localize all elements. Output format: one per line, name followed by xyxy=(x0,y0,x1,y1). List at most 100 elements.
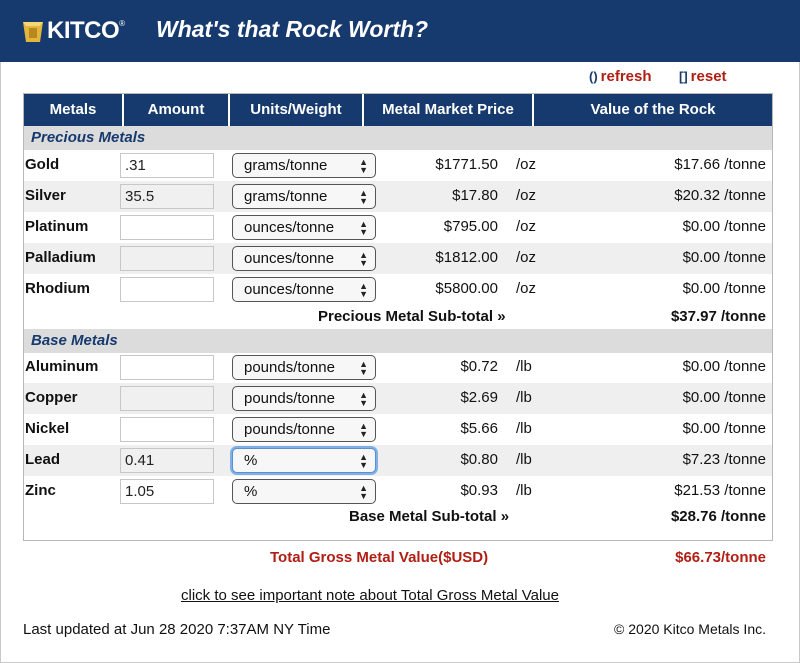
gross-value-label: Total Gross Metal Value($USD) xyxy=(270,549,489,566)
gross-value: $66.73/tonne xyxy=(675,549,766,566)
gold-bar-icon xyxy=(22,18,44,44)
market-price: $0.80 xyxy=(460,451,498,468)
market-price: $0.93 xyxy=(460,482,498,499)
select-arrows-icon: ▲ ▼ xyxy=(359,250,368,268)
select-arrows-icon: ▲ ▼ xyxy=(359,483,368,501)
table-row: Copper pounds/tonne ▲ ▼ $2.69 /lb $0.00 /t… xyxy=(24,383,772,414)
units-value: pounds/tonne xyxy=(244,359,335,376)
table-row: Zinc 1.05 % ▲ ▼ $0.93 /lb $21.53 /tonne xyxy=(24,476,772,507)
market-price: $2.69 xyxy=(460,389,498,406)
last-updated: Last updated at Jun 28 2020 7:37AM NY Ti… xyxy=(23,621,331,638)
table-header: Metals Amount Units/Weight Metal Market … xyxy=(24,94,772,126)
precious-subtotal-value: $37.97 /tonne xyxy=(670,308,766,325)
units-value: ounces/tonne xyxy=(244,281,335,298)
section-title: Base Metals xyxy=(31,332,118,349)
col-amount: Amount xyxy=(147,101,205,118)
amount-input[interactable] xyxy=(120,277,214,302)
reset-brackets-icon: [] xyxy=(679,69,688,84)
table-row: Nickel pounds/tonne ▲ ▼ $5.66 /lb $0.00 /t… xyxy=(24,414,772,445)
price-unit: /lb xyxy=(516,420,532,437)
units-select[interactable]: % ▲ ▼ xyxy=(232,479,376,504)
amount-input[interactable]: 0.41 xyxy=(120,448,214,473)
units-select[interactable]: ounces/tonne ▲ ▼ xyxy=(232,277,376,302)
rock-value: $7.23 /tonne xyxy=(682,451,766,468)
select-arrows-icon: ▲ ▼ xyxy=(359,359,368,377)
units-value: ounces/tonne xyxy=(244,219,335,236)
rock-value: $0.00 /tonne xyxy=(682,389,766,406)
market-price: $17.80 xyxy=(452,187,498,204)
section-title: Precious Metals xyxy=(31,129,146,146)
price-unit: /oz xyxy=(516,156,537,173)
table-row: Aluminum pounds/tonne ▲ ▼ $0.72 /lb $0.00 … xyxy=(24,352,772,383)
copyright: © 2020 Kitco Metals Inc. xyxy=(614,621,766,637)
table-row: Gold .31 grams/tonne ▲ ▼ $1771.50 /oz $17.… xyxy=(24,150,772,181)
market-price: $5.66 xyxy=(460,420,498,437)
units-select[interactable]: pounds/tonne ▲ ▼ xyxy=(232,386,376,411)
select-arrows-icon: ▲ ▼ xyxy=(359,452,368,470)
reset-label: reset xyxy=(690,68,727,85)
market-price: $5800.00 xyxy=(435,280,498,297)
amount-input[interactable] xyxy=(120,386,214,411)
select-arrows-icon: ▲ ▼ xyxy=(359,390,368,408)
section-precious-metals: Precious Metals xyxy=(24,126,772,150)
units-select[interactable]: pounds/tonne ▲ ▼ xyxy=(232,417,376,442)
price-unit: /oz xyxy=(516,249,537,266)
units-value: % xyxy=(244,483,258,500)
rock-value: $0.00 /tonne xyxy=(682,249,766,266)
table-row: Platinum ounces/tonne ▲ ▼ $795.00 /oz $0.0… xyxy=(24,212,772,243)
metal-name: Copper xyxy=(25,389,78,406)
gross-value-note-link[interactable]: click to see important note about Total … xyxy=(181,587,559,604)
amount-input[interactable]: 1.05 xyxy=(120,479,214,504)
amount-input[interactable]: .31 xyxy=(120,153,214,178)
metal-name: Gold xyxy=(25,156,60,173)
calculator-table: Metals Amount Units/Weight Metal Market … xyxy=(23,93,773,541)
market-price: $795.00 xyxy=(443,218,498,235)
registered-mark: ® xyxy=(119,18,126,28)
units-value: pounds/tonne xyxy=(244,421,335,438)
units-value: ounces/tonne xyxy=(244,250,335,267)
metal-name: Palladium xyxy=(25,249,96,266)
base-subtotal-value: $28.76 /tonne xyxy=(670,508,766,525)
amount-input[interactable] xyxy=(120,417,214,442)
price-unit: /oz xyxy=(516,280,537,297)
col-units: Units/Weight xyxy=(250,101,342,118)
rock-value: $17.66 /tonne xyxy=(674,156,766,173)
units-select[interactable]: ounces/tonne ▲ ▼ xyxy=(232,215,376,240)
units-value: pounds/tonne xyxy=(244,390,335,407)
units-select[interactable]: grams/tonne ▲ ▼ xyxy=(232,153,376,178)
market-price: $1812.00 xyxy=(435,249,498,266)
table-row: Palladium ounces/tonne ▲ ▼ $1812.00 /oz $0… xyxy=(24,243,772,274)
units-select[interactable]: grams/tonne ▲ ▼ xyxy=(232,184,376,209)
price-unit: /oz xyxy=(516,218,537,235)
market-price: $0.72 xyxy=(460,358,498,375)
metal-name: Aluminum xyxy=(25,358,99,375)
units-value: grams/tonne xyxy=(244,157,328,174)
units-select[interactable]: pounds/tonne ▲ ▼ xyxy=(232,355,376,380)
price-unit: /lb xyxy=(516,358,532,375)
reset-link[interactable]: [] reset xyxy=(679,68,727,85)
refresh-label: refresh xyxy=(600,68,652,85)
price-unit: /lb xyxy=(516,451,532,468)
units-value: % xyxy=(244,452,258,469)
section-base-metals: Base Metals xyxy=(24,329,772,353)
units-select[interactable]: % ▲ ▼ xyxy=(232,448,376,473)
metal-name: Nickel xyxy=(25,420,70,437)
market-price: $1771.50 xyxy=(435,156,498,173)
price-unit: /lb xyxy=(516,389,532,406)
amount-input[interactable]: 35.5 xyxy=(120,184,214,209)
select-arrows-icon: ▲ ▼ xyxy=(359,421,368,439)
refresh-link[interactable]: () refresh xyxy=(589,68,652,85)
rock-value: $0.00 /tonne xyxy=(682,420,766,437)
amount-input[interactable] xyxy=(120,355,214,380)
precious-subtotal-label: Precious Metal Sub-total » xyxy=(318,308,506,325)
kitco-logo[interactable]: KITCO ® xyxy=(22,17,125,45)
table-row: Silver 35.5 grams/tonne ▲ ▼ $17.80 /oz $20… xyxy=(24,181,772,212)
price-unit: /lb xyxy=(516,482,532,499)
table-row: Rhodium ounces/tonne ▲ ▼ $5800.00 /oz $0.0… xyxy=(24,274,772,305)
table-row: Lead 0.41 % ▲ ▼ $0.80 /lb $7.23 /tonne xyxy=(24,445,772,476)
amount-input[interactable] xyxy=(120,246,214,271)
metal-name: Zinc xyxy=(25,482,56,499)
units-select[interactable]: ounces/tonne ▲ ▼ xyxy=(232,246,376,271)
price-unit: /oz xyxy=(516,187,537,204)
amount-input[interactable] xyxy=(120,215,214,240)
